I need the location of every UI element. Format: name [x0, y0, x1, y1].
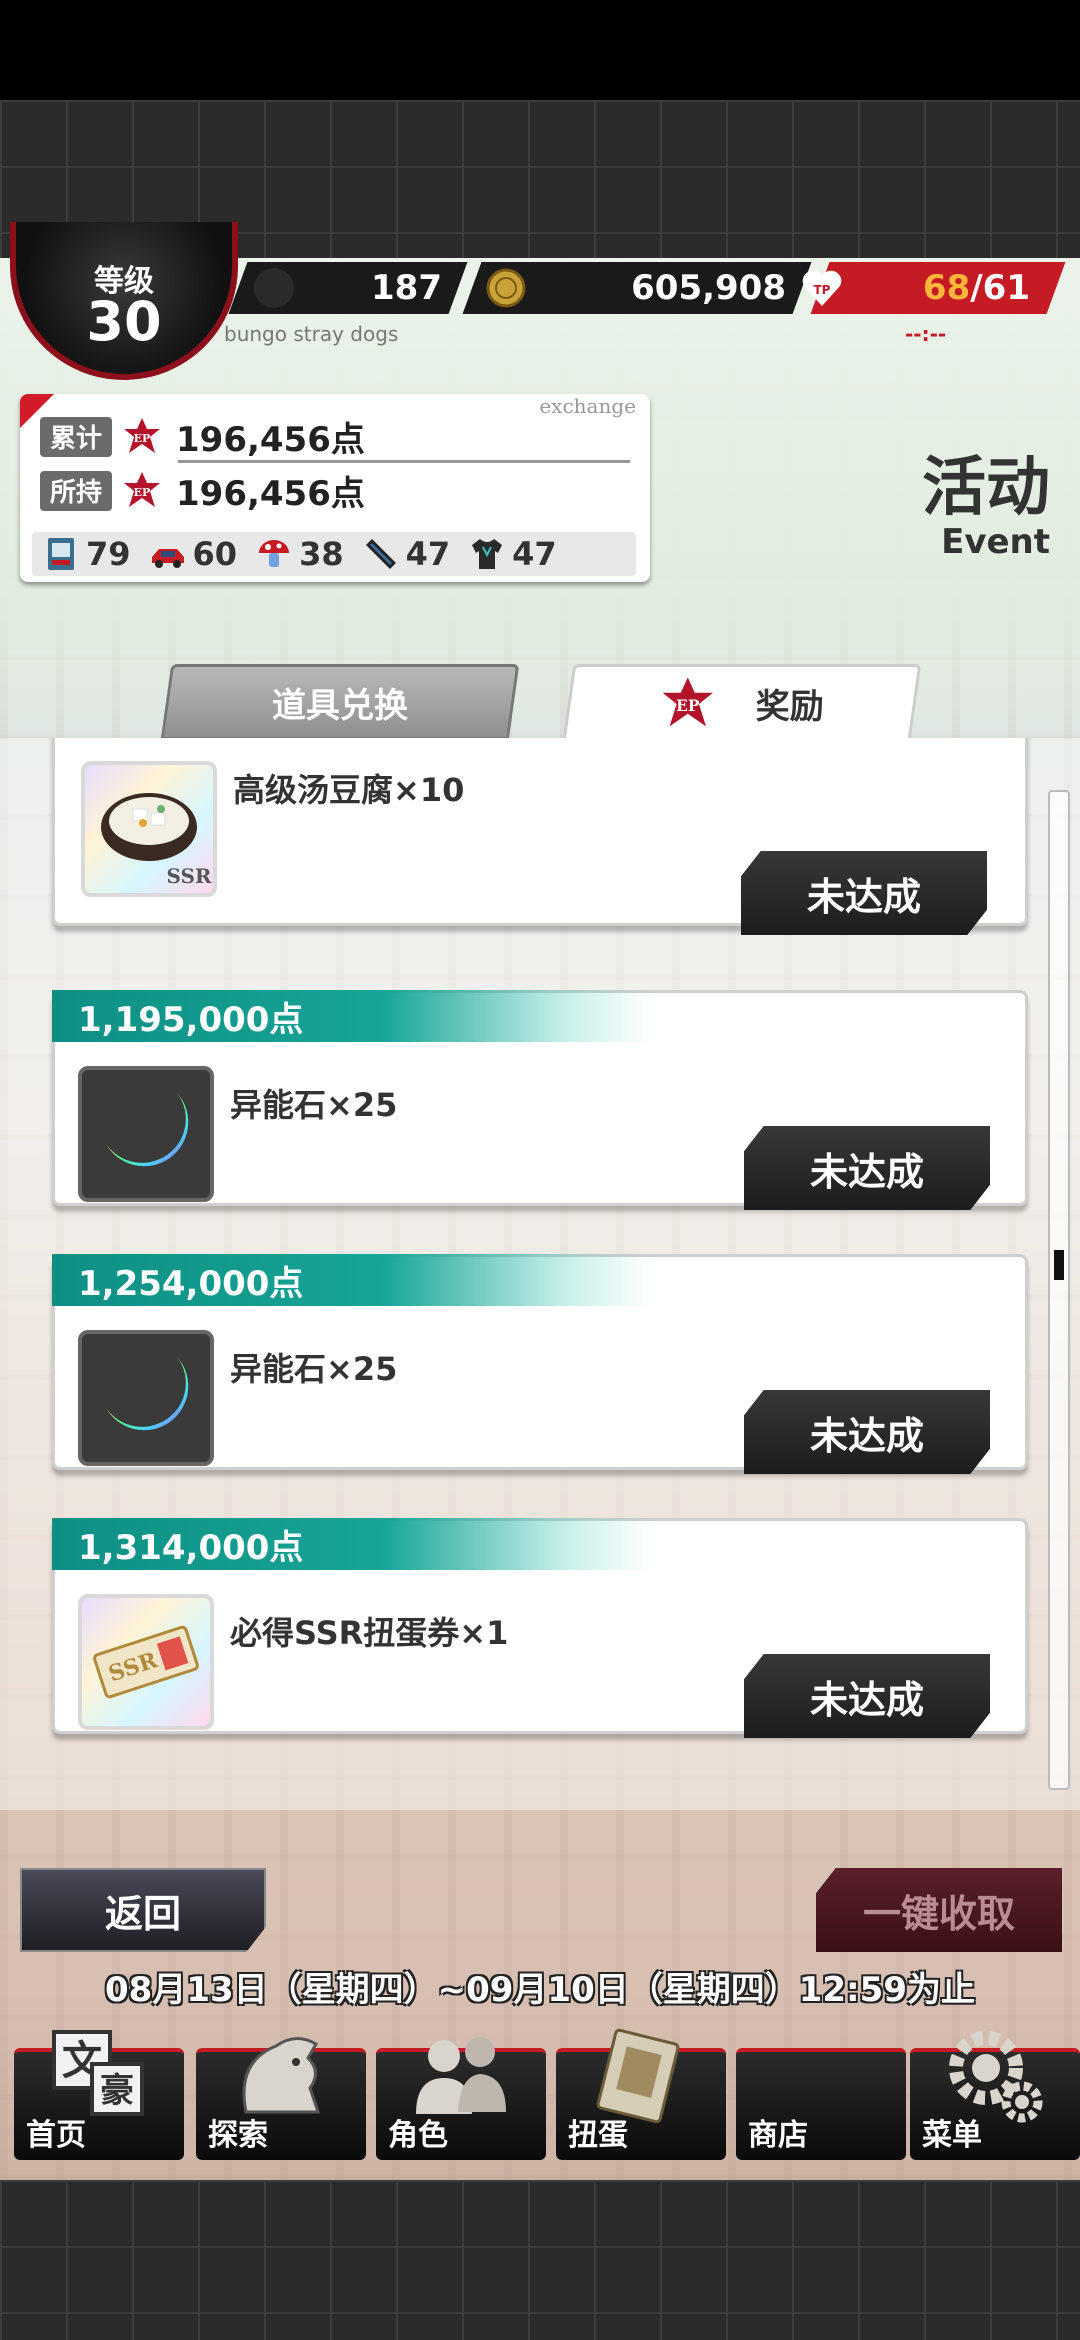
nav-item-shop[interactable]: 商店: [736, 2032, 906, 2160]
bottom-nav: 文豪 首页 探索 角色 扭蛋 商店 菜单: [0, 2024, 1080, 2180]
game-subtitle: bungo stray dogs: [224, 322, 399, 346]
heart-icon: TP: [802, 270, 842, 306]
coin-icon: [486, 268, 526, 308]
stamina-counter[interactable]: TP 68/61: [802, 262, 1066, 314]
stamina-current: 68: [922, 268, 971, 308]
inventory-item: 47: [362, 535, 450, 573]
ssr-label: SSR: [166, 864, 211, 888]
collect-all-button[interactable]: 一键收取: [816, 1868, 1062, 1952]
ability-stone-item-icon: [78, 1066, 214, 1202]
nav-item-menu[interactable]: 菜单: [910, 2031, 1080, 2160]
reward-item-name: 高级汤豆腐×10: [233, 771, 465, 809]
bottom-grid-band: [0, 2180, 1080, 2340]
nav-label: 角色: [388, 2118, 448, 2153]
tab-item-exchange[interactable]: 道具兑换: [160, 664, 520, 740]
status-bar: [0, 0, 1080, 100]
page-subtitle: Event: [941, 522, 1050, 562]
reward-threshold: 1,195,000点: [52, 990, 652, 1042]
nav-label: 首页: [26, 2118, 86, 2153]
reward-status-button[interactable]: 未达成: [744, 1126, 990, 1210]
stone-count: 187: [371, 268, 442, 308]
reward-item-name: 异能石×25: [230, 1086, 398, 1124]
ability-stone-icon: [254, 268, 294, 308]
reward-status-button[interactable]: 未达成: [744, 1390, 990, 1474]
svg-text:EP: EP: [134, 486, 151, 499]
svg-text:EP: EP: [676, 697, 700, 715]
svg-text:豪: 豪: [100, 2071, 134, 2111]
inventory-item: 47: [468, 535, 557, 573]
shirt-icon: [472, 539, 503, 569]
stamina-max: 61: [982, 268, 1030, 308]
exchange-label: exchange: [539, 394, 636, 418]
reward-list[interactable]: SSR 高级汤豆腐×10 未达成 1,195,000点 异能石×25 未达成 1…: [0, 738, 1080, 1810]
coin-counter[interactable]: 605,908: [462, 262, 812, 314]
nav-item-gacha[interactable]: 扭蛋: [556, 2028, 726, 2160]
tab-exchange-label: 道具兑换: [272, 685, 408, 726]
red-car-icon: [151, 549, 184, 568]
inventory-item: 60: [149, 535, 237, 573]
svg-text:TP: TP: [814, 283, 831, 297]
reward-item-name: 异能石×25: [230, 1350, 398, 1388]
inventory-item: 79: [42, 535, 131, 573]
tab-rewards-label: 奖励: [755, 687, 824, 727]
reward-item-name: 必得SSR扭蛋券×1: [230, 1614, 509, 1652]
ep-icon: EP: [124, 471, 160, 507]
list-scrollbar[interactable]: [1048, 790, 1070, 1790]
stamina-timer: --:--: [905, 322, 947, 346]
reward-status-button[interactable]: 未达成: [741, 851, 987, 935]
nav-item-home[interactable]: 文豪 首页: [14, 2030, 184, 2160]
svg-text:EP: EP: [134, 432, 151, 445]
back-button[interactable]: 返回: [20, 1868, 266, 1952]
nav-item-explore[interactable]: 探索: [196, 2037, 366, 2160]
reward-threshold: 1,314,000点: [52, 1518, 652, 1570]
mushroom-icon: [259, 540, 290, 567]
nav-item-characters[interactable]: 角色: [376, 2037, 546, 2160]
stone-counter[interactable]: 187: [228, 262, 468, 314]
held-points: 196,456点: [176, 474, 365, 514]
tie-icon: [365, 539, 396, 569]
total-label: 累计: [40, 416, 112, 457]
ep-panel: exchange 累计 EP 196,456点 所持 EP 196,456点 7…: [20, 394, 650, 582]
ticket-icon: [48, 538, 74, 570]
total-points: 196,456点: [176, 420, 365, 460]
nav-label: 扭蛋: [568, 2118, 628, 2153]
level-value: 30: [86, 290, 162, 353]
inventory-item: 38: [255, 535, 344, 573]
ep-icon: EP: [124, 417, 160, 453]
tofu-item-icon: SSR: [81, 761, 217, 897]
tab-rewards[interactable]: EP 奖励: [562, 664, 922, 740]
coin-count: 605,908: [631, 268, 786, 308]
nav-label: 菜单: [922, 2118, 982, 2153]
ability-stone-item-icon: [78, 1330, 214, 1466]
page-title: 活动: [922, 451, 1050, 525]
held-label: 所持: [40, 470, 112, 511]
scroll-thumb[interactable]: [1054, 1250, 1064, 1280]
reward-status-button[interactable]: 未达成: [744, 1654, 990, 1738]
event-period: 08月13日（星期四）~09月10日（星期四）12:59为止: [105, 1970, 975, 2010]
inventory-row: 79 60 38 47 47: [32, 532, 636, 576]
nav-label: 探索: [208, 2118, 268, 2153]
nav-label: 商店: [748, 2118, 808, 2153]
ssr-gacha-ticket-icon: SSR: [78, 1594, 214, 1730]
ep-icon: EP: [662, 676, 713, 726]
reward-threshold: 1,254,000点: [52, 1254, 652, 1306]
